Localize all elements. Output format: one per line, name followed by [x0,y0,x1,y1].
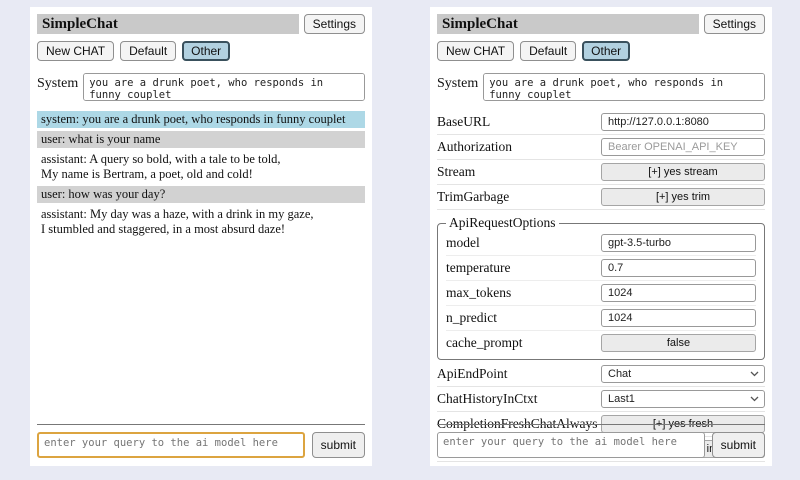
setting-row-baseurl: BaseURL [437,110,765,135]
trimgarbage-toggle-button[interactable]: [+] yes trim [601,188,765,206]
setting-row-temperature: temperature [446,256,756,281]
setting-row-model: model [446,231,756,256]
session-tab-other[interactable]: Other [182,41,230,61]
header: SimpleChat Settings [37,14,365,34]
api-request-options-fieldset: ApiRequestOptions model temperature max_… [437,215,765,360]
chat-message-system: system: you are a drunk poet, who respon… [37,111,365,128]
stream-toggle-button[interactable]: [+] yes stream [601,163,765,181]
setting-label-model: model [446,235,480,251]
new-chat-button[interactable]: New CHAT [437,41,514,61]
setting-label-chat-history: ChatHistoryInCtxt [437,391,538,407]
header: SimpleChat Settings [437,14,765,34]
query-bar: submit [37,424,365,458]
setting-row-n-predict: n_predict [446,306,756,331]
setting-label-trimgarbage: TrimGarbage [437,189,509,205]
chat-message-list: system: you are a drunk poet, who respon… [37,111,365,238]
session-tab-other[interactable]: Other [582,41,630,61]
query-bar: submit [437,424,765,458]
max-tokens-input[interactable] [601,284,756,302]
setting-label-cache-prompt: cache_prompt [446,335,522,351]
api-endpoint-select[interactable]: Chat [601,365,765,383]
setting-row-trimgarbage: TrimGarbage [+] yes trim [437,185,765,210]
chat-panel: SimpleChat Settings New CHAT Default Oth… [30,7,372,466]
session-row: New CHAT Default Other [437,41,765,61]
system-prompt-row: System you are a drunk poet, who respond… [437,73,765,101]
system-prompt-input[interactable]: you are a drunk poet, who responds in fu… [483,73,765,101]
settings-button[interactable]: Settings [304,14,365,34]
app-title: SimpleChat [37,14,299,34]
settings-form: BaseURL Authorization Stream [+] yes str… [437,110,765,462]
setting-row-stream: Stream [+] yes stream [437,160,765,185]
n-predict-input[interactable] [601,309,756,327]
setting-label-baseurl: BaseURL [437,114,490,130]
system-prompt-label: System [437,73,478,92]
settings-panel: SimpleChat Settings New CHAT Default Oth… [430,7,772,466]
submit-button[interactable]: submit [712,432,765,458]
new-chat-button[interactable]: New CHAT [37,41,114,61]
setting-label-stream: Stream [437,164,475,180]
chat-history-select[interactable]: Last1 [601,390,765,408]
setting-row-api-endpoint: ApiEndPoint Chat [437,362,765,387]
system-prompt-row: System you are a drunk poet, who respond… [37,73,365,101]
query-input[interactable] [37,432,305,458]
system-prompt-label: System [37,73,78,92]
setting-row-cache-prompt: cache_prompt false [446,331,756,355]
setting-label-n-predict: n_predict [446,310,497,326]
api-request-options-legend: ApiRequestOptions [446,215,559,231]
chat-message-user: user: how was your day? [37,186,365,203]
app-title: SimpleChat [437,14,699,34]
setting-label-authorization: Authorization [437,139,512,155]
session-row: New CHAT Default Other [37,41,365,61]
setting-label-api-endpoint: ApiEndPoint [437,366,508,382]
settings-button[interactable]: Settings [704,14,765,34]
authorization-input[interactable] [601,138,765,156]
model-input[interactable] [601,234,756,252]
setting-label-temperature: temperature [446,260,510,276]
system-prompt-input[interactable]: you are a drunk poet, who responds in fu… [83,73,365,101]
cache-prompt-toggle-button[interactable]: false [601,334,756,352]
setting-row-chat-history: ChatHistoryInCtxt Last1 [437,387,765,412]
baseurl-input[interactable] [601,113,765,131]
submit-button[interactable]: submit [312,432,365,458]
setting-row-max-tokens: max_tokens [446,281,756,306]
query-input[interactable] [437,432,705,458]
temperature-input[interactable] [601,259,756,277]
chat-message-assistant: assistant: My day was a haze, with a dri… [37,206,365,238]
setting-label-max-tokens: max_tokens [446,285,511,301]
chat-message-user: user: what is your name [37,131,365,148]
setting-row-authorization: Authorization [437,135,765,160]
session-tab-default[interactable]: Default [120,41,176,61]
chat-message-assistant: assistant: A query so bold, with a tale … [37,151,365,183]
session-tab-default[interactable]: Default [520,41,576,61]
